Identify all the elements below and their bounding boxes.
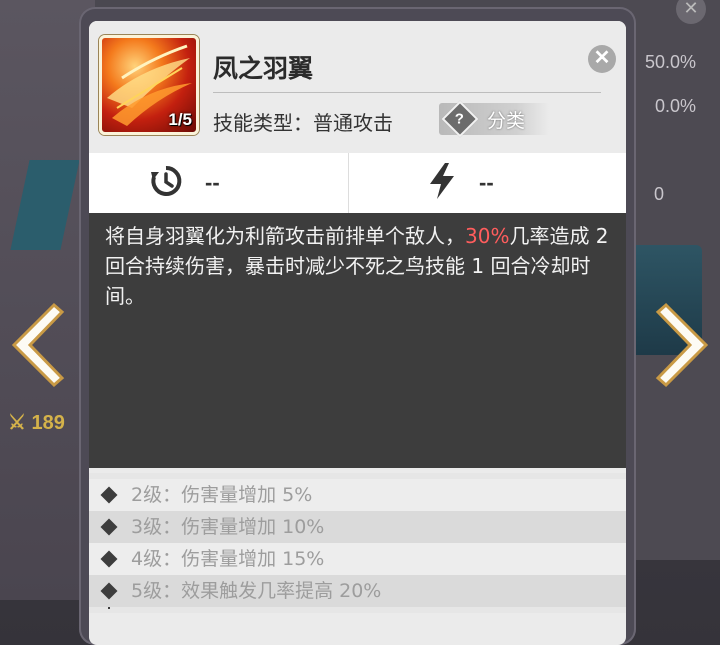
- background-hero-art: [10, 160, 80, 250]
- upgrade-row: 4级：伤害量增加 15%: [89, 543, 626, 575]
- skill-stats-bar: -- --: [89, 153, 626, 213]
- skill-header: 1/5 凤之羽翼 技能类型：普通攻击 ? 分类 ✕: [89, 21, 626, 139]
- background-power-value: ⚔ 189: [8, 412, 65, 434]
- upgrade-row: 2级：伤害量增加 5%: [89, 479, 626, 511]
- header-divider: [213, 92, 601, 93]
- background-stat-value: 0.0%: [654, 96, 696, 116]
- upgrade-row: 5级：效果触发几率提高 20%: [89, 575, 626, 607]
- description-highlight: 30%: [465, 224, 510, 248]
- lightning-icon: [427, 162, 457, 204]
- diamond-bullet-icon: [100, 518, 118, 536]
- category-label: 分类: [487, 109, 526, 132]
- upgrade-text: 2级：伤害量增加 5%: [131, 484, 313, 506]
- description-text: 将自身羽翼化为利箭攻击前排单个敌人，: [105, 224, 465, 248]
- previous-skill-arrow-icon[interactable]: [6, 300, 66, 390]
- next-skill-arrow-icon[interactable]: [654, 300, 714, 390]
- cooldown-stat: --: [89, 153, 348, 213]
- background-stat-value: 50.0%: [644, 52, 696, 72]
- skill-type-label: 技能类型：普通攻击: [213, 111, 393, 135]
- cooldown-value: --: [205, 170, 220, 195]
- upgrade-text: 3级：伤害量增加 10%: [131, 516, 325, 538]
- upgrade-list: 2级：伤害量增加 5% 3级：伤害量增加 10% 4级：伤害量增加 15% 5级…: [89, 473, 626, 613]
- skill-level-badge: 1/5: [168, 110, 192, 129]
- phoenix-wing-skill-icon: 1/5: [99, 35, 199, 135]
- power-number: 189: [31, 412, 65, 434]
- skill-category-tag[interactable]: ? 分类: [439, 100, 549, 138]
- background-stat-value: 0: [653, 184, 664, 204]
- energy-stat: --: [348, 153, 626, 213]
- skill-name: 凤之羽翼: [213, 54, 314, 83]
- upgrade-text: 4级：伤害量增加 15%: [131, 548, 325, 570]
- help-icon: ?: [441, 100, 479, 138]
- diamond-bullet-icon: [100, 486, 118, 504]
- upgrade-row: 3级：伤害量增加 10%: [89, 511, 626, 543]
- energy-value: --: [479, 170, 494, 195]
- diamond-bullet-icon: [100, 550, 118, 568]
- cooldown-clock-icon: [149, 164, 183, 202]
- close-button[interactable]: ✕: [588, 45, 616, 73]
- skill-description: 将自身羽翼化为利箭攻击前排单个敌人，30%几率造成 2 回合持续伤害，暴击时减少…: [89, 213, 626, 468]
- skill-detail-dialog: 1/5 凤之羽翼 技能类型：普通攻击 ? 分类 ✕ -- -- 将自身羽翼化为利…: [79, 7, 636, 645]
- diamond-bullet-icon: [100, 582, 118, 600]
- upgrade-text: 5级：效果触发几率提高 20%: [131, 580, 382, 602]
- skill-detail-card: 1/5 凤之羽翼 技能类型：普通攻击 ? 分类 ✕ -- -- 将自身羽翼化为利…: [89, 21, 626, 645]
